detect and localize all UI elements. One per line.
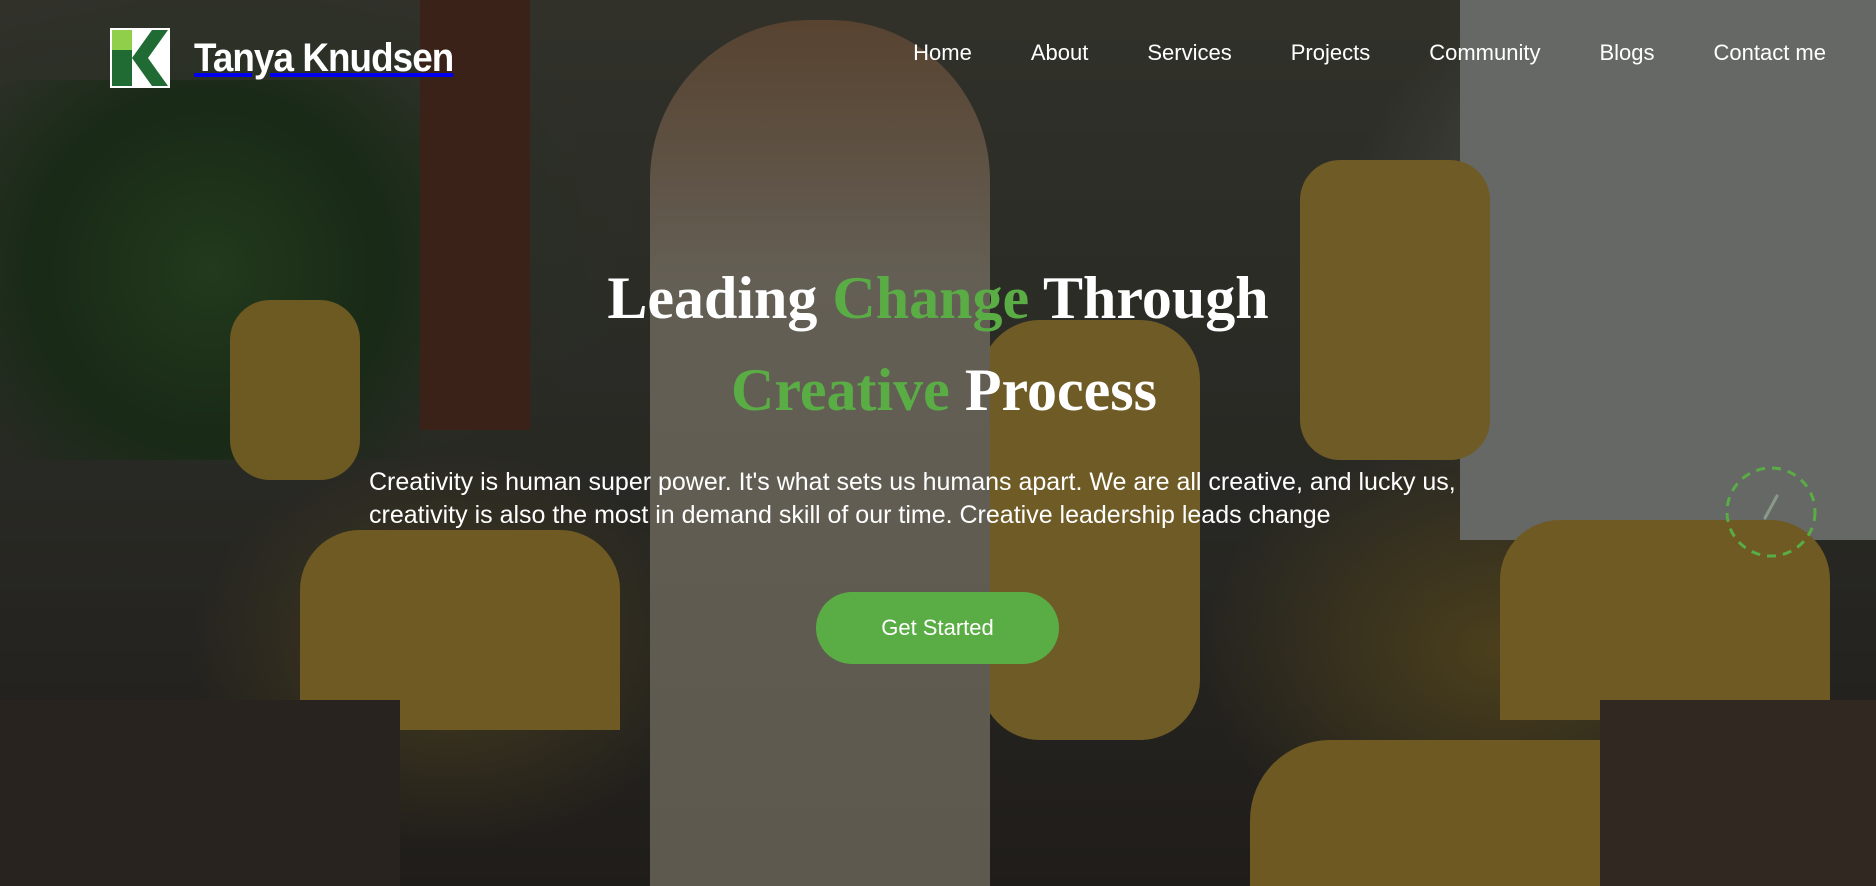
hero-headline-line2: Creative Process xyxy=(6,360,1876,420)
nav-community[interactable]: Community xyxy=(1429,40,1540,66)
scroll-down-icon[interactable] xyxy=(1725,466,1817,558)
site-header: Tanya Knudsen Home About Services Projec… xyxy=(0,0,1876,115)
hero-subtext-line1: Creativity is human super power. It's wh… xyxy=(369,468,1456,496)
nav-contact[interactable]: Contact me xyxy=(1714,40,1827,66)
k-logo-icon xyxy=(110,28,170,88)
background-overlay xyxy=(0,0,1876,886)
headline-word: Leading xyxy=(607,265,833,331)
hero-section: Tanya Knudsen Home About Services Projec… xyxy=(0,0,1876,886)
hero-subtext-line2: creativity is also the most in demand sk… xyxy=(369,501,1331,529)
nav-home[interactable]: Home xyxy=(913,40,972,66)
brand-name: Tanya Knudsen xyxy=(194,35,454,80)
brand-logo-link[interactable]: Tanya Knudsen xyxy=(110,28,476,88)
nav-blogs[interactable]: Blogs xyxy=(1599,40,1654,66)
headline-highlight: Change xyxy=(832,265,1030,331)
headline-highlight: Creative xyxy=(731,357,950,423)
nav-services[interactable]: Services xyxy=(1147,40,1231,66)
hero-subtext: Creativity is human super power. It's wh… xyxy=(369,466,1529,532)
nav-projects[interactable]: Projects xyxy=(1291,40,1370,66)
nav-about[interactable]: About xyxy=(1031,40,1089,66)
main-nav: Home About Services Projects Community B… xyxy=(913,40,1826,66)
hero-headline-line1: Leading Change Through xyxy=(0,268,1876,328)
headline-word: Through xyxy=(1029,265,1269,331)
headline-word: Process xyxy=(949,357,1157,423)
get-started-button[interactable]: Get Started xyxy=(816,592,1059,664)
